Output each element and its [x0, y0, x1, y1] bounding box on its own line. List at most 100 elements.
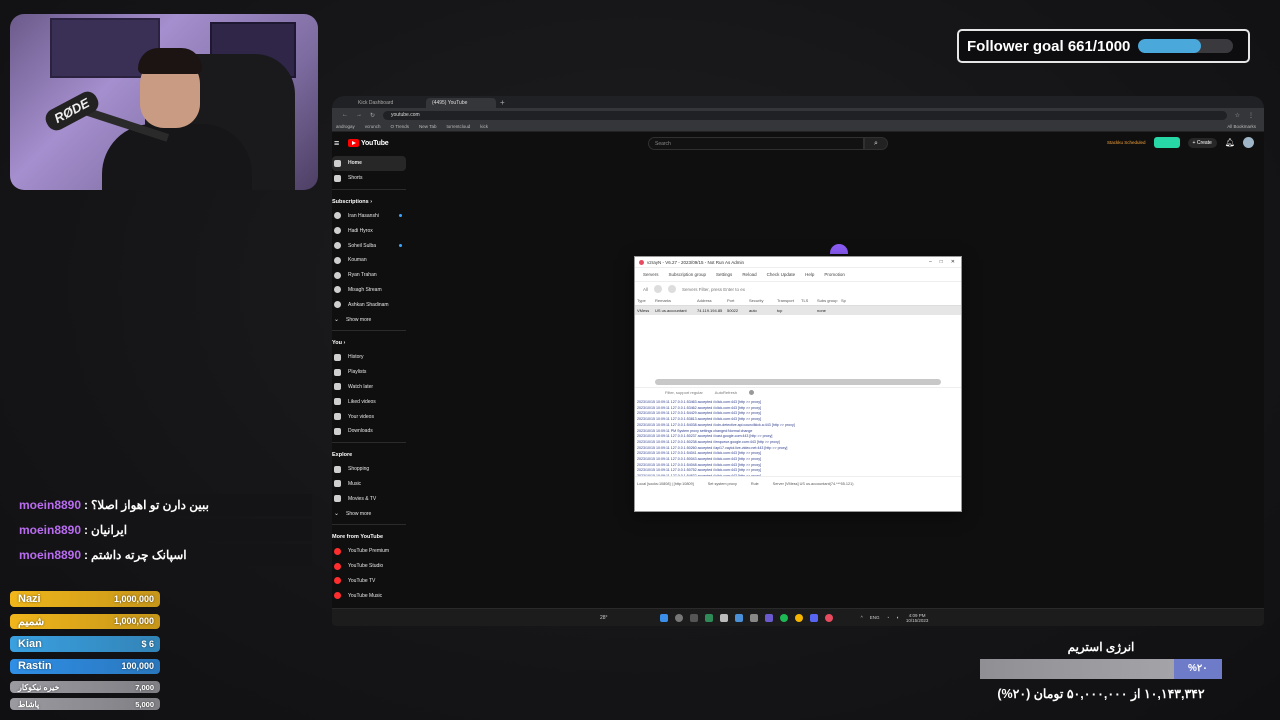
chat-username[interactable]: moein8890 [19, 523, 81, 537]
reload-icon[interactable]: ↻ [370, 112, 375, 119]
column-header[interactable]: Subs group [817, 298, 841, 303]
sidebar-item-shorts[interactable]: Shorts [332, 171, 406, 186]
v2rayn-menu-item[interactable]: Servers [643, 272, 659, 277]
chevron-up-icon[interactable]: ^ [861, 615, 863, 620]
sidebar-item-subscription[interactable]: Hadi Hyrox [332, 223, 406, 238]
sidebar-item-home[interactable]: Home [332, 156, 406, 171]
v2rayn-menu-item[interactable]: Reload [742, 272, 756, 277]
bookmark[interactable]: kick [480, 124, 488, 129]
v2rayn-menu-item[interactable]: Promotion [824, 272, 845, 277]
horizontal-scrollbar[interactable] [655, 379, 941, 385]
search-input[interactable]: Search [648, 137, 864, 150]
search-icon[interactable]: ⌕ [864, 137, 888, 150]
filter-toggle-icon[interactable] [654, 285, 663, 293]
clock[interactable]: 4:09 PM 10/15/2023 [906, 613, 929, 623]
sidebar-item[interactable]: History [332, 350, 406, 365]
log-filter-input[interactable]: Filter, support regular [665, 390, 703, 395]
sidebar-item[interactable]: YouTube TV [332, 574, 406, 589]
volume-icon[interactable]: ◖ [896, 615, 899, 620]
explore-show-more-button[interactable]: ⌄ Show more [332, 506, 406, 521]
column-header[interactable]: Security [749, 298, 777, 303]
v2rayn-menu-item[interactable]: Subscription group [669, 272, 707, 277]
status-rule[interactable]: Rule [751, 482, 759, 486]
new-tab-button[interactable]: + [500, 98, 505, 108]
sidebar-item[interactable]: Movies & TV [332, 491, 406, 506]
column-header[interactable]: TLS [801, 298, 817, 303]
sidebar-item-subscription[interactable]: Ryan Trahan [332, 268, 406, 283]
sidebar-item[interactable]: Liked videos [332, 394, 406, 409]
sidebar-item[interactable]: YouTube Premium [332, 544, 406, 559]
sidebar-item[interactable]: Watch later [332, 380, 406, 395]
app-icon[interactable] [719, 613, 728, 622]
v2rayn-icon[interactable] [824, 613, 833, 622]
autorefresh-toggle[interactable] [749, 389, 755, 395]
close-icon[interactable]: ✕ [951, 259, 955, 265]
app-icon[interactable] [749, 613, 758, 622]
app-icon[interactable] [704, 613, 713, 622]
address-bar[interactable]: youtube.com [383, 110, 1227, 120]
sidebar-item[interactable]: Shopping [332, 462, 406, 477]
all-bookmarks[interactable]: All Bookmarks [1227, 124, 1256, 129]
status-system-proxy[interactable]: Set system proxy [708, 482, 737, 486]
tab-kick-dashboard[interactable]: Kick Dashboard [352, 98, 422, 108]
weather-widget[interactable]: 28° [600, 615, 608, 621]
chat-username[interactable]: moein8890 [19, 498, 81, 512]
notifications-icon[interactable]: 🔔︎ [1225, 138, 1235, 147]
discord-icon[interactable] [809, 613, 818, 622]
app-icon[interactable] [764, 613, 773, 622]
chat-username[interactable]: moein8890 [19, 548, 81, 562]
hamburger-icon[interactable]: ≡ [334, 138, 346, 148]
sidebar-item[interactable]: YouTube Studio [332, 559, 406, 574]
youtube-logo[interactable]: YouTube [348, 139, 389, 147]
subscriptions-heading[interactable]: Subscriptions › [332, 195, 406, 209]
sidebar-item[interactable]: YouTube Music [332, 588, 406, 603]
bookmark[interactable]: O Trends [391, 124, 410, 129]
back-icon[interactable]: ← [342, 112, 348, 118]
forward-icon[interactable]: → [356, 112, 362, 118]
avatar[interactable] [1243, 137, 1254, 148]
create-button[interactable]: + Create [1187, 137, 1217, 148]
star-icon[interactable]: ☆ [1235, 112, 1240, 119]
you-heading[interactable]: You › [332, 336, 406, 350]
sidebar-item[interactable]: Downloads [332, 424, 406, 439]
column-header[interactable]: Type [637, 298, 655, 303]
table-row[interactable]: VMess US us.accountant 74.119.194.85 50022 a… [635, 306, 961, 315]
filter-toggle-icon[interactable] [668, 285, 677, 293]
sidebar-item-subscription[interactable]: Soheil Sulba [332, 238, 406, 253]
sidebar-item[interactable]: Your videos [332, 409, 406, 424]
language-indicator[interactable]: ENG [870, 615, 880, 620]
extension-badge[interactable] [1153, 137, 1180, 148]
autorefresh-label[interactable]: AutoRefresh [715, 390, 737, 395]
menu-dots-icon[interactable]: ⋮ [1248, 112, 1254, 119]
v2rayn-menu-item[interactable]: Help [805, 272, 814, 277]
column-header[interactable]: Sp [841, 298, 851, 303]
sidebar-item[interactable]: Playlists [332, 365, 406, 380]
bookmark[interactable]: androgay [336, 124, 355, 129]
search-icon[interactable] [674, 613, 683, 622]
show-more-button[interactable]: ⌄ Show more [332, 312, 406, 327]
sidebar-item[interactable]: Music [332, 477, 406, 492]
start-icon[interactable] [659, 613, 668, 622]
filter-input[interactable]: Servers Filter, press Enter to ex [682, 287, 745, 292]
minimize-icon[interactable]: – [929, 259, 932, 265]
tab-youtube[interactable]: (4495) YouTube [426, 98, 496, 108]
maximize-icon[interactable]: □ [940, 259, 943, 265]
wifi-icon[interactable]: ◔ [886, 615, 889, 620]
premium-chip[interactable]: Stackku Scheduled [1107, 140, 1146, 145]
sidebar-item-subscription[interactable]: Misagh Stream [332, 283, 406, 298]
v2rayn-menu-item[interactable]: Settings [716, 272, 732, 277]
column-header[interactable]: Port [727, 298, 749, 303]
bookmark[interactable]: torrentcloud [446, 124, 470, 129]
chrome-icon[interactable] [794, 613, 803, 622]
column-header[interactable]: Transport [777, 298, 801, 303]
column-header[interactable]: Remarks [655, 298, 697, 303]
sidebar-item-subscription[interactable]: Kouman [332, 253, 406, 268]
spotify-icon[interactable] [779, 613, 788, 622]
sidebar-item-subscription[interactable]: Ashkan Shadinam [332, 297, 406, 312]
bookmark[interactable]: New Tab [419, 124, 436, 129]
column-header[interactable]: Address [697, 298, 727, 303]
bookmark[interactable]: vcrunch [365, 124, 381, 129]
task-view-icon[interactable] [689, 613, 698, 622]
filter-all-label[interactable]: All [643, 287, 648, 292]
v2rayn-menu-item[interactable]: Check Update [767, 272, 796, 277]
